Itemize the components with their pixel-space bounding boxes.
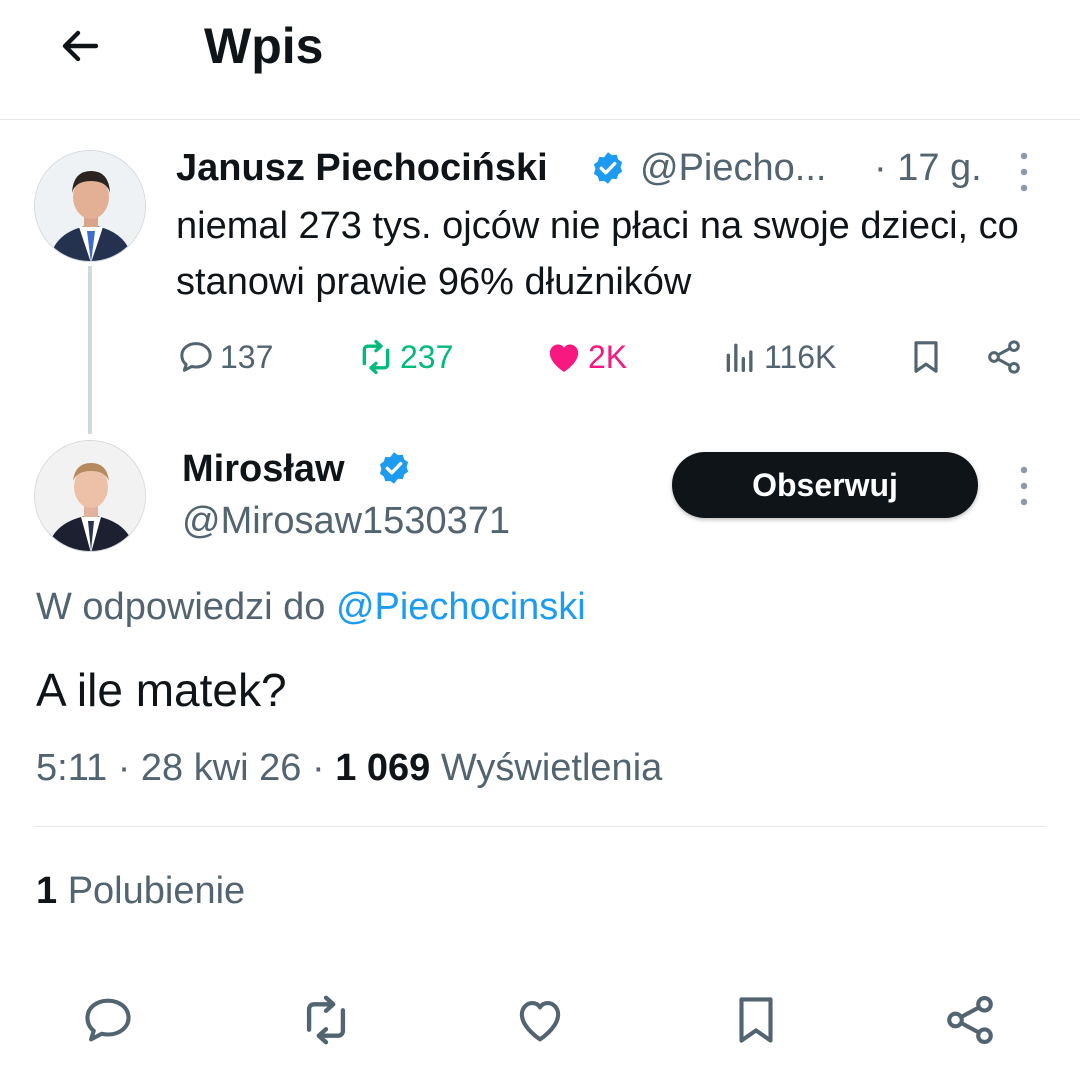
reply-button[interactable]: 137	[176, 334, 273, 380]
share-icon	[988, 340, 1020, 374]
post-timestamp[interactable]: 5:11 · 28 kwi 26 ·	[36, 747, 335, 789]
repost-icon	[306, 995, 346, 1045]
like-count: 2K	[588, 338, 628, 375]
reply-icon	[180, 342, 212, 372]
share-button[interactable]	[984, 334, 1024, 380]
repost-button[interactable]: 237	[356, 334, 453, 380]
reply-prefix: W odpowiedzi do	[36, 586, 336, 628]
like-button[interactable]	[510, 990, 570, 1050]
reply-button[interactable]	[78, 990, 138, 1050]
bookmark-icon	[914, 341, 938, 373]
views-label: Wyświetlenia	[430, 747, 663, 789]
top-bar: Wpis	[0, 0, 1080, 120]
replying-to: W odpowiedzi do @Piechocinski	[36, 582, 586, 632]
more-options-icon[interactable]	[1014, 464, 1034, 508]
views-chart-icon	[726, 343, 753, 372]
follow-button[interactable]: Obserwuj	[672, 452, 978, 518]
avatar[interactable]	[34, 440, 146, 552]
back-button[interactable]	[50, 16, 110, 76]
mention-link[interactable]: @Piechocinski	[336, 586, 586, 628]
divider	[34, 826, 1046, 827]
author-handle[interactable]: @Mirosaw1530371	[182, 496, 510, 546]
heart-filled-icon	[549, 344, 579, 372]
likes-label: Polubienie	[57, 870, 246, 912]
verified-badge-icon	[379, 452, 409, 484]
bookmark-button[interactable]	[906, 334, 946, 380]
reply-icon	[85, 998, 131, 1042]
avatar[interactable]	[34, 150, 146, 262]
page-title: Wpis	[204, 18, 324, 74]
post-time[interactable]: · 17 g.	[874, 144, 982, 192]
author-name[interactable]: Janusz Piechociński	[176, 144, 548, 192]
reply-count: 137	[220, 338, 274, 375]
likes-summary[interactable]: 1 Polubienie	[36, 866, 245, 916]
author-handle[interactable]: @Piecho...	[640, 144, 826, 192]
post-meta: 5:11 · 28 kwi 26 · 1 069 Wyświetlenia	[36, 744, 662, 792]
share-icon	[947, 995, 993, 1045]
repost-count: 237	[400, 338, 454, 375]
heart-icon	[519, 1001, 561, 1042]
more-options-icon[interactable]	[1014, 150, 1034, 194]
repost-button[interactable]	[296, 990, 356, 1050]
views-button[interactable]: 116K	[720, 334, 836, 380]
views-count: 1 069	[335, 747, 431, 789]
bookmark-icon	[739, 997, 773, 1043]
author-name[interactable]: Mirosław	[182, 444, 345, 494]
bookmark-button[interactable]	[726, 990, 786, 1050]
share-button[interactable]	[940, 990, 1000, 1050]
post-text: niemal 273 tys. ojców nie płaci na swoje…	[176, 205, 1019, 303]
views-count: 116K	[764, 338, 837, 375]
post-text: A ile matek?	[36, 664, 287, 716]
verified-badge-icon	[593, 152, 623, 184]
like-button[interactable]: 2K	[544, 334, 627, 380]
arrow-left-icon	[62, 30, 99, 62]
repost-icon	[362, 340, 390, 374]
thread-line	[88, 266, 92, 434]
likes-count: 1	[36, 870, 58, 912]
